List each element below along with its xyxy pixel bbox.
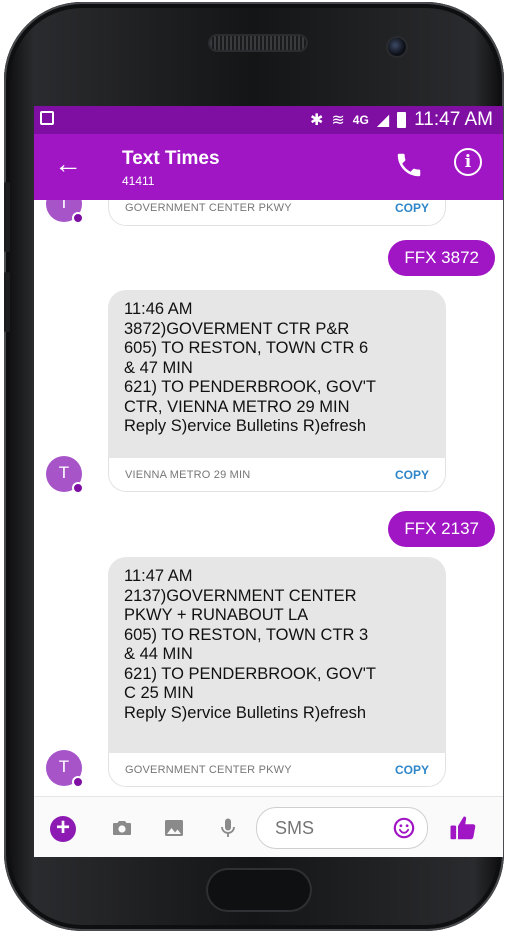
status-bar: ✱ ≋ 4G ◢ 11:47 AM bbox=[34, 106, 503, 134]
message-list: T GOVERNMENT CENTER PKWY COPY FFX 3872 1… bbox=[34, 200, 503, 796]
message-line: & 47 MIN bbox=[124, 358, 193, 377]
conversation-title: Text Times bbox=[122, 148, 220, 169]
link-preview: VIENNA METRO 29 MIN COPY bbox=[108, 458, 446, 492]
avatar-initial: T bbox=[58, 463, 70, 482]
home-button[interactable] bbox=[206, 868, 312, 912]
bixby-button bbox=[4, 272, 10, 332]
screenshot-icon bbox=[40, 111, 54, 125]
preview-text: GOVERNMENT CENTER PKWY bbox=[125, 764, 292, 776]
message-line: 2137)GOVERNMENT CENTER bbox=[124, 586, 357, 605]
thumbs-up-icon[interactable] bbox=[448, 813, 478, 843]
arrow-back-icon[interactable]: ← bbox=[54, 150, 82, 178]
incoming-message[interactable]: 11:47 AM 2137)GOVERNMENT CENTER PKWY + R… bbox=[108, 557, 446, 753]
sms-input[interactable] bbox=[273, 817, 387, 840]
copy-button[interactable]: COPY bbox=[395, 201, 429, 215]
preview-text: GOVERNMENT CENTER PKWY bbox=[125, 202, 292, 214]
bluetooth-icon: ✱ bbox=[309, 112, 324, 129]
battery-icon bbox=[397, 112, 407, 128]
messenger-badge-icon bbox=[72, 776, 84, 788]
message-line: 605) TO RESTON, TOWN CTR 6 bbox=[124, 339, 369, 357]
message-line: 3872)GOVERMENT CTR P&R bbox=[124, 319, 350, 338]
emoji-icon[interactable] bbox=[393, 817, 415, 839]
status-time: 11:47 AM bbox=[414, 109, 493, 130]
copy-button[interactable]: COPY bbox=[395, 763, 429, 777]
incoming-message[interactable]: 11:46 AM 3872)GOVERMENT CTR P&R 605) TO … bbox=[108, 290, 446, 458]
preview-text: VIENNA METRO 29 MIN bbox=[125, 469, 251, 481]
link-preview: GOVERNMENT CENTER PKWY COPY bbox=[108, 753, 446, 787]
message-line: 11:47 AM bbox=[124, 567, 193, 585]
messenger-badge-icon bbox=[72, 212, 84, 224]
message-line: C 25 MIN bbox=[124, 684, 194, 702]
copy-button[interactable]: COPY bbox=[395, 468, 429, 482]
network-type: 4G bbox=[352, 113, 369, 127]
avatar-initial: T bbox=[58, 757, 70, 776]
message-input-box[interactable] bbox=[256, 807, 428, 849]
signal-icon: ◢ bbox=[376, 112, 390, 129]
message-line: & 44 MIN bbox=[124, 645, 193, 663]
microphone-icon[interactable] bbox=[216, 816, 240, 840]
sender-avatar[interactable]: T bbox=[46, 750, 84, 788]
message-line: Reply S)ervice Bulletins R)efresh bbox=[124, 417, 367, 435]
composer-bar: + bbox=[34, 796, 503, 857]
screen: ✱ ≋ 4G ◢ 11:47 AM ← Text Times 41411 i T bbox=[34, 106, 503, 857]
info-icon[interactable]: i bbox=[454, 148, 482, 176]
message-line: PKWY + RUNABOUT LA bbox=[124, 606, 309, 624]
app-bar: ← Text Times 41411 i bbox=[34, 134, 503, 200]
messenger-badge-icon bbox=[72, 482, 84, 494]
message-line: Reply S)ervice Bulletins R)efresh bbox=[124, 703, 367, 722]
phone-icon[interactable] bbox=[394, 150, 424, 180]
volume-button bbox=[4, 182, 10, 252]
avatar-initial: T bbox=[58, 200, 70, 212]
add-icon[interactable]: + bbox=[50, 816, 76, 842]
message-line: 605) TO RESTON, TOWN CTR 3 bbox=[124, 625, 369, 644]
link-preview: GOVERNMENT CENTER PKWY COPY bbox=[108, 200, 446, 226]
earpiece-speaker bbox=[210, 36, 306, 50]
camera-icon[interactable] bbox=[110, 816, 134, 840]
gallery-icon[interactable] bbox=[162, 816, 186, 840]
sender-avatar[interactable]: T bbox=[46, 200, 84, 224]
sender-avatar[interactable]: T bbox=[46, 456, 84, 494]
message-line: 11:46 AM bbox=[124, 300, 193, 318]
outgoing-message[interactable]: FFX 2137 bbox=[388, 511, 495, 547]
message-line: 621) TO PENDERBROOK, GOV'T bbox=[124, 664, 376, 683]
message-line: 621) TO PENDERBROOK, GOV'T bbox=[124, 378, 376, 396]
wifi-icon: ≋ bbox=[331, 112, 345, 129]
outgoing-message[interactable]: FFX 3872 bbox=[388, 240, 495, 276]
front-camera bbox=[388, 38, 406, 56]
phone-frame: ✱ ≋ 4G ◢ 11:47 AM ← Text Times 41411 i T bbox=[4, 2, 504, 931]
message-line: CTR, VIENNA METRO 29 MIN bbox=[124, 397, 350, 416]
conversation-number: 41411 bbox=[122, 174, 155, 188]
